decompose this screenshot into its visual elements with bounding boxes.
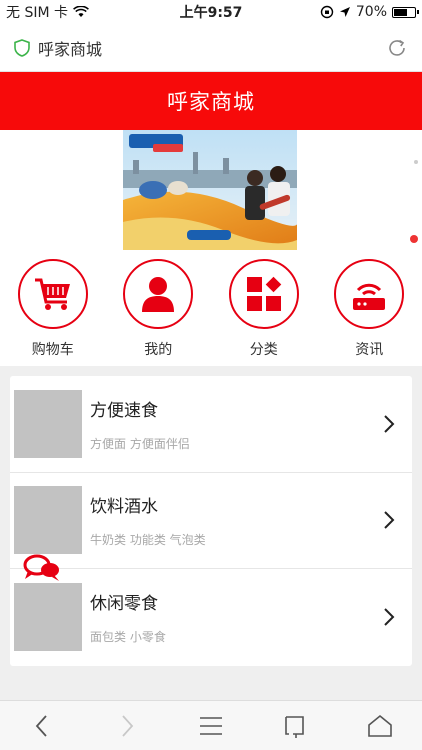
chevron-left-icon [35,714,47,737]
cart-button[interactable] [17,259,88,329]
wifi-icon [73,6,89,17]
category-title: 方便速食 [90,400,158,421]
category-title: 饮料酒水 [90,497,158,518]
chevron-right-icon [384,511,395,529]
nav-cart[interactable]: 购物车 [0,256,106,364]
category-list: 方便速食 方便面 方便面伴侣 饮料酒水 牛奶类 功能类 气泡类 休闲零食 面包类… [10,376,412,666]
tabs-button[interactable] [280,711,310,741]
back-button[interactable] [27,711,57,741]
carousel-dot-active[interactable] [410,235,418,243]
browser-toolbar [0,700,422,750]
nav-news[interactable]: 资讯 [317,256,422,364]
chevron-right-icon [121,714,133,737]
menu-button[interactable] [196,711,226,741]
list-item[interactable]: 方便速食 方便面 方便面伴侣 [10,376,412,473]
carousel-dot[interactable] [414,160,418,164]
nav-news-label: 资讯 [355,342,384,358]
shield-icon [14,38,30,57]
category-thumbnail [14,486,82,555]
menu-icon [199,716,222,735]
carrier-label: 无 SIM 卡 [6,5,68,21]
news-button[interactable] [334,259,405,329]
router-icon [353,283,386,310]
cart-icon [34,278,70,310]
home-button[interactable] [365,711,395,741]
mine-button[interactable] [123,259,194,329]
quick-nav: 购物车 我的 分类 资讯 [0,256,422,364]
battery-percent: 70% [355,4,387,20]
browser-address-bar[interactable]: 呼家商城 [0,24,422,72]
home-icon [367,714,392,737]
category-thumbnail [14,583,82,652]
reload-icon[interactable] [386,37,408,59]
category-subtitle: 牛奶类 功能类 气泡类 [90,533,206,548]
nav-mine[interactable]: 我的 [106,256,212,364]
category-title: 休闲零食 [90,594,158,615]
banner-carousel[interactable] [0,130,422,254]
nav-category-label: 分类 [249,342,278,358]
nav-category[interactable]: 分类 [211,256,317,364]
forward-button[interactable] [112,711,142,741]
category-icon [246,276,282,311]
nav-cart-label: 购物车 [31,342,74,358]
chevron-right-icon [384,608,395,626]
category-subtitle: 面包类 小零食 [90,630,166,645]
battery-icon [392,6,419,18]
rotation-lock-icon [320,5,334,19]
chevron-right-icon [384,415,395,433]
browser-page-title: 呼家商城 [38,39,103,59]
page-header: 呼家商城 [0,72,422,130]
category-button[interactable] [228,259,299,329]
status-bar: 无 SIM 卡 上午9:57 70% [0,0,422,24]
chat-icon[interactable] [22,553,62,583]
tabs-icon [285,715,305,738]
page-title: 呼家商城 [167,90,255,114]
user-icon [142,277,175,312]
nav-mine-label: 我的 [144,342,173,358]
category-subtitle: 方便面 方便面伴侣 [90,436,190,451]
list-item[interactable]: 休闲零食 面包类 小零食 [10,569,412,666]
location-icon [339,7,350,17]
list-item[interactable]: 饮料酒水 牛奶类 功能类 气泡类 [10,473,412,569]
category-thumbnail [14,389,82,458]
banner-image[interactable] [123,130,297,250]
